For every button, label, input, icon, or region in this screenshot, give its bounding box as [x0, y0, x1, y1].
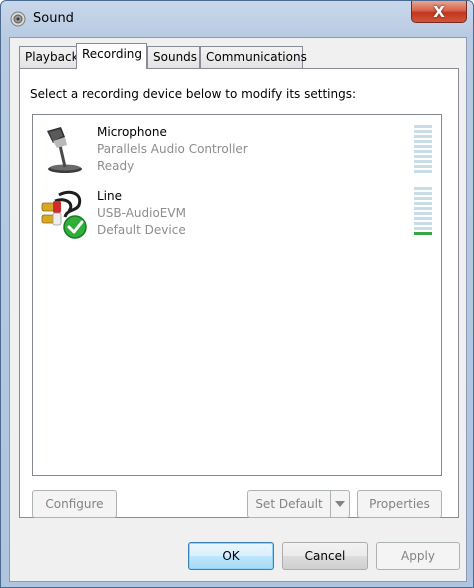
configure-button[interactable]: Configure: [32, 490, 117, 518]
line-in-cable-icon: [41, 190, 87, 239]
tab-sounds[interactable]: Sounds: [147, 46, 200, 68]
level-meter-bar: [414, 192, 432, 195]
set-default-dropdown[interactable]: [330, 490, 350, 518]
device-name: Line: [97, 189, 123, 203]
device-item-line[interactable]: Line USB-AudioEVM Default Device: [33, 183, 441, 245]
level-meter-bar: [414, 140, 432, 143]
speaker-icon: [10, 11, 26, 27]
level-meter-bar: [414, 165, 432, 168]
level-meter-bar: [414, 145, 432, 148]
level-meter: [414, 125, 432, 173]
tab-recording[interactable]: Recording: [76, 43, 147, 69]
close-button[interactable]: X: [411, 1, 467, 23]
instruction-text: Select a recording device below to modif…: [30, 87, 357, 101]
level-meter-bar: [414, 222, 432, 225]
device-name: Microphone: [97, 125, 167, 139]
tab-label: Recording: [82, 47, 143, 61]
dialog-client-area: Playback Recording Sounds Communications…: [9, 37, 467, 582]
level-meter-bar: [414, 125, 432, 128]
level-meter: [414, 187, 432, 235]
tab-label: Playback: [25, 50, 79, 64]
device-status: Default Device: [97, 223, 186, 237]
sound-window: Sound X Playback Recording Sounds Commun…: [0, 0, 474, 588]
level-meter-bar: [414, 160, 432, 163]
tab-label: Communications: [206, 50, 307, 64]
device-description: Parallels Audio Controller: [97, 142, 248, 156]
level-meter-bar: [414, 207, 432, 210]
level-meter-bar: [414, 232, 432, 235]
level-meter-bar: [414, 170, 432, 173]
level-meter-bar: [414, 155, 432, 158]
level-meter-bar: [414, 212, 432, 215]
properties-button[interactable]: Properties: [357, 490, 442, 518]
level-meter-bar: [414, 217, 432, 220]
device-status: Ready: [97, 159, 135, 173]
level-meter-bar: [414, 150, 432, 153]
device-description: USB-AudioEVM: [97, 206, 186, 220]
level-meter-bar: [414, 130, 432, 133]
title-bar[interactable]: Sound X: [1, 1, 474, 37]
level-meter-bar: [414, 135, 432, 138]
level-meter-bar: [414, 197, 432, 200]
tab-communications[interactable]: Communications: [200, 46, 307, 68]
device-item-microphone[interactable]: Microphone Parallels Audio Controller Re…: [33, 119, 441, 181]
level-meter-bar: [414, 227, 432, 230]
ok-button[interactable]: OK: [188, 542, 274, 570]
window-title: Sound: [33, 11, 74, 26]
recording-device-list[interactable]: Microphone Parallels Audio Controller Re…: [32, 114, 442, 476]
apply-button[interactable]: Apply: [376, 542, 460, 570]
level-meter-bar: [414, 187, 432, 190]
set-default-button[interactable]: Set Default: [247, 490, 331, 518]
microphone-icon: [47, 127, 82, 173]
chevron-down-icon: [335, 501, 345, 507]
cancel-button[interactable]: Cancel: [282, 542, 368, 570]
tab-label: Sounds: [153, 50, 198, 64]
level-meter-bar: [414, 202, 432, 205]
close-icon: X: [433, 2, 445, 21]
tab-playback[interactable]: Playback: [19, 46, 79, 68]
